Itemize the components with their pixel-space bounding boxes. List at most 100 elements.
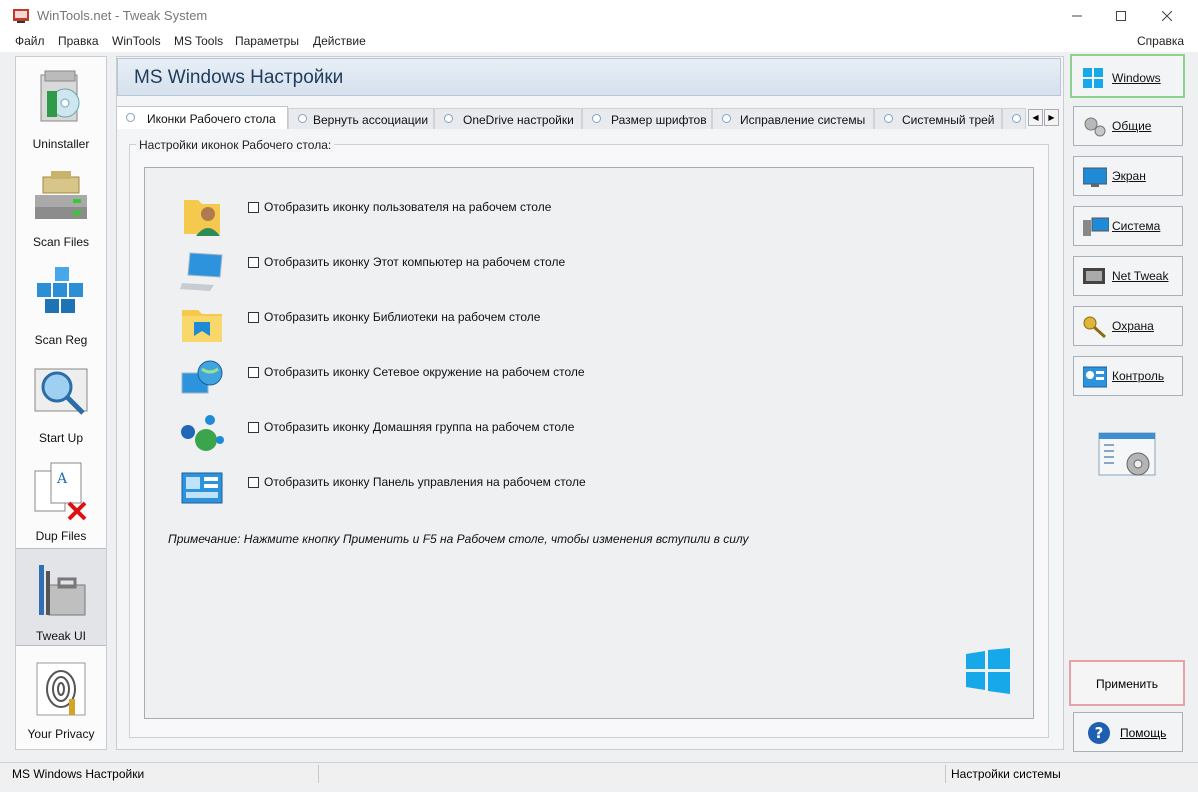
tab-radio-icon (298, 114, 307, 123)
nav-label: Your Privacy (27, 727, 95, 741)
menu-help[interactable]: Справка (1137, 34, 1184, 48)
network-globe-icon (181, 360, 223, 394)
menu-wintools[interactable]: WinTools (112, 34, 161, 48)
close-icon (1162, 11, 1172, 21)
checkbox[interactable] (248, 202, 259, 213)
libraries-folder-icon (182, 310, 222, 342)
left-sidebar: Uninstaller Scan Files Scan Reg Start Up… (15, 56, 107, 750)
nav-label: Scan Files (32, 235, 90, 249)
nav-windows-button[interactable]: Windows (1070, 54, 1185, 98)
option-libraries-icon: Отобразить иконку Библиотеки на рабочем … (176, 304, 776, 344)
tab-font-size[interactable]: Размер шрифтов (582, 108, 712, 129)
net-tweak-icon (1083, 268, 1105, 284)
tab-radio-icon (444, 114, 453, 123)
control-panel-icon (181, 472, 223, 504)
tab-radio-icon (722, 114, 731, 123)
status-left-text: MS Windows Настройки (12, 767, 145, 781)
tweak-ui-toolbox-icon (39, 565, 86, 616)
nav-your-privacy[interactable]: Your Privacy (16, 647, 106, 745)
window-title: WinTools.net - Tweak System (37, 8, 208, 23)
checkbox[interactable] (248, 477, 259, 488)
nav-label: Start Up (38, 431, 83, 445)
scan-reg-icon (37, 267, 83, 313)
nav-net-tweak-button[interactable]: Net Tweak (1073, 256, 1183, 296)
option-homegroup-icon: Отобразить иконку Домашняя группа на раб… (176, 414, 776, 454)
nav-start-up[interactable]: Start Up (16, 351, 106, 449)
app-logo-icon (13, 9, 29, 23)
security-key-icon (1083, 316, 1107, 338)
tab-desktop-icons[interactable]: Иконки Рабочего стола (116, 106, 288, 129)
minimize-button[interactable] (1054, 0, 1100, 32)
user-folder-icon (184, 200, 220, 236)
option-control-panel-icon: Отобразить иконку Панель управления на р… (176, 469, 776, 509)
tab-scroll-right-button[interactable]: ▶ (1044, 109, 1059, 126)
status-separator (318, 765, 319, 783)
group-title: Настройки иконок Рабочего стола: (136, 138, 335, 152)
svg-text:A: A (56, 471, 68, 487)
nav-scan-reg[interactable]: Scan Reg (16, 253, 106, 351)
scan-files-icon (35, 171, 87, 219)
startup-magnifier-icon (34, 368, 88, 415)
homegroup-icon (181, 415, 224, 451)
windows-logo-icon (1083, 68, 1103, 88)
app-window: WinTools.net - Tweak System Файл Правка … (0, 0, 1198, 792)
checkbox[interactable] (248, 312, 259, 323)
nav-scan-files[interactable]: Scan Files (16, 155, 106, 253)
checkbox[interactable] (248, 367, 259, 378)
nav-screen-button[interactable]: Экран (1073, 156, 1183, 196)
tab-radio-icon (126, 113, 135, 122)
nav-tweak-ui[interactable]: Tweak UI (16, 548, 106, 646)
nav-control-button[interactable]: Контроль (1073, 356, 1183, 396)
note-text: Примечание: Нажмите кнопку Применить и F… (168, 532, 749, 546)
nav-dup-files[interactable]: A Dup Files (16, 449, 106, 547)
tab-system-tray[interactable]: Системный трей (874, 108, 1002, 129)
nav-label: Dup Files (35, 529, 87, 543)
arrow-left-icon: ◀ (1032, 113, 1039, 122)
checkbox[interactable] (248, 257, 259, 268)
nav-uninstaller[interactable]: Uninstaller (16, 57, 106, 155)
tab-system-fix[interactable]: Исправление системы (712, 108, 874, 129)
menu-edit[interactable]: Правка (58, 34, 99, 48)
nav-general-button[interactable]: Общие (1073, 106, 1183, 146)
status-bar: MS Windows Настройки Настройки системы (0, 762, 1198, 784)
monitor-icon (1083, 167, 1107, 187)
tab-strip: Иконки Рабочего стола Вернуть ассоциации… (116, 106, 1046, 130)
nav-security-button[interactable]: Охрана (1073, 306, 1183, 346)
control-icon (1083, 366, 1107, 388)
title-bar[interactable]: WinTools.net - Tweak System (0, 0, 1198, 32)
arrow-right-icon: ▶ (1048, 113, 1055, 122)
close-button[interactable] (1144, 0, 1190, 32)
option-this-pc-icon: Отобразить иконку Этот компьютер на рабо… (176, 249, 776, 291)
gears-icon (1084, 117, 1106, 137)
nav-label: Tweak UI (35, 629, 86, 643)
help-button[interactable]: ? Помощь (1073, 712, 1183, 752)
help-question-icon: ? (1088, 722, 1110, 744)
option-user-icon: Отобразить иконку пользователя на рабоче… (176, 194, 776, 236)
checkbox[interactable] (248, 422, 259, 433)
privacy-fingerprint-icon (36, 662, 86, 716)
status-separator (945, 765, 946, 783)
tab-radio-icon (592, 114, 601, 123)
tab-onedrive-settings[interactable]: OneDrive настройки (434, 108, 582, 129)
tab-restore-associations[interactable]: Вернуть ассоциации (288, 108, 434, 129)
computer-icon (180, 252, 223, 291)
menu-parameters[interactable]: Параметры (235, 34, 299, 48)
svg-text:?: ? (1095, 724, 1104, 742)
menu-action[interactable]: Действие (313, 34, 366, 48)
menu-file[interactable]: Файл (15, 34, 45, 48)
dup-files-icon: A (34, 462, 87, 521)
nav-system-button[interactable]: Система (1073, 206, 1183, 246)
menu-mstools[interactable]: MS Tools (174, 34, 223, 48)
page-title: MS Windows Настройки (134, 67, 344, 88)
tab-overflow[interactable] (1002, 108, 1026, 129)
tab-radio-icon (1012, 114, 1021, 123)
maximize-icon (1116, 11, 1126, 21)
tab-scroll-left-button[interactable]: ◀ (1028, 109, 1043, 126)
settings-window-gear-icon (1098, 432, 1156, 476)
tab-radio-icon (884, 114, 893, 123)
maximize-button[interactable] (1098, 0, 1144, 32)
nav-label: Scan Reg (34, 333, 88, 347)
apply-button[interactable]: Применить (1069, 660, 1185, 706)
minimize-icon (1072, 15, 1082, 17)
option-network-icon: Отобразить иконку Сетевое окружение на р… (176, 359, 776, 399)
